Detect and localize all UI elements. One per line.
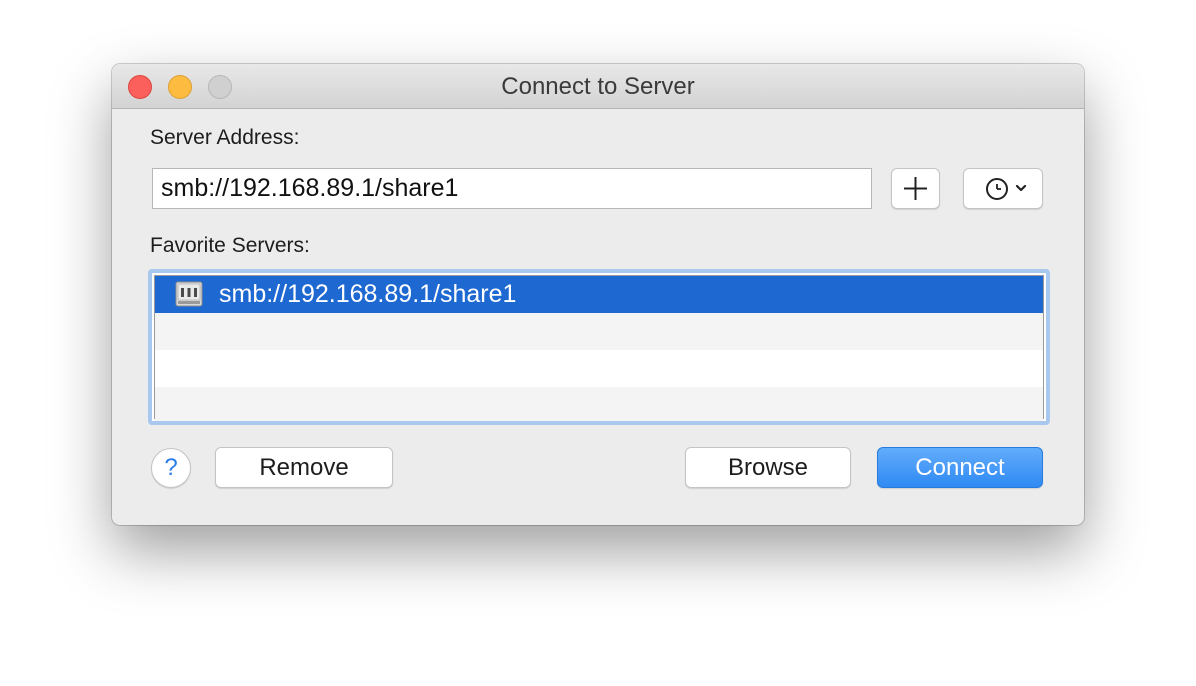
browse-button[interactable]: Browse [685, 447, 851, 488]
title-bar[interactable]: Connect to Server [112, 64, 1084, 109]
network-server-icon [175, 281, 203, 307]
help-button[interactable]: ? [151, 448, 191, 488]
favorite-servers-list-body: smb://192.168.89.1/share1 [154, 275, 1044, 421]
chevron-down-icon [1015, 184, 1027, 192]
server-address-label: Server Address: [150, 126, 300, 149]
recent-servers-button[interactable] [963, 168, 1043, 209]
list-item-label: smb://192.168.89.1/share1 [219, 280, 517, 308]
favorite-servers-list[interactable]: smb://192.168.89.1/share1 [148, 269, 1050, 425]
empty-row [155, 387, 1043, 421]
plus-icon [904, 177, 927, 200]
add-favorite-button[interactable] [891, 168, 940, 209]
list-item[interactable]: smb://192.168.89.1/share1 [155, 276, 1043, 313]
empty-row [155, 313, 1043, 350]
favorite-servers-label: Favorite Servers: [150, 234, 310, 257]
server-address-input[interactable]: smb://192.168.89.1/share1 [152, 168, 872, 209]
connect-to-server-dialog: Connect to Server Server Address: smb://… [112, 64, 1084, 525]
desktop: Connect to Server Server Address: smb://… [0, 0, 1196, 686]
connect-button[interactable]: Connect [877, 447, 1043, 488]
remove-button[interactable]: Remove [215, 447, 393, 488]
empty-row [155, 350, 1043, 387]
window-title: Connect to Server [501, 73, 695, 100]
